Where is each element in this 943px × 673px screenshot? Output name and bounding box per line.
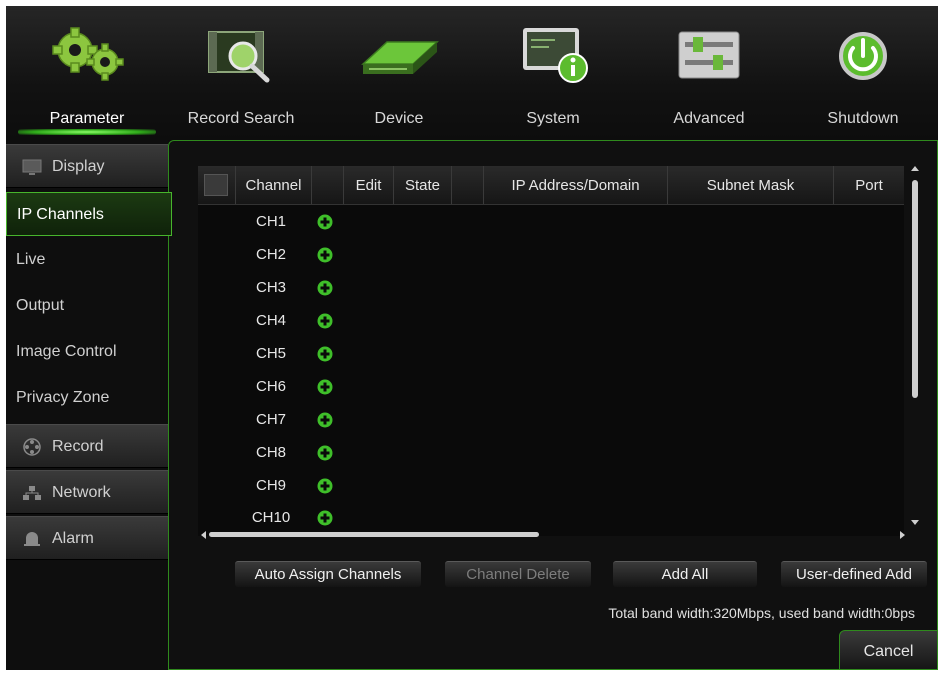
column-header-ip-address: IP Address/Domain (484, 166, 668, 204)
add-channel-icon[interactable] (317, 280, 333, 296)
scroll-right-arrow-icon[interactable] (900, 531, 905, 539)
scroll-down-arrow-icon[interactable] (911, 520, 919, 525)
auto-assign-channels-button[interactable]: Auto Assign Channels (235, 561, 421, 587)
add-channel-icon[interactable] (317, 510, 333, 526)
sidebar-section-alarm[interactable]: Alarm (6, 516, 168, 560)
column-header-spacer (452, 166, 484, 204)
alarm-bell-icon (24, 532, 40, 546)
power-icon (839, 32, 887, 80)
vertical-scrollbar[interactable] (909, 166, 921, 536)
scroll-left-arrow-icon[interactable] (201, 531, 206, 539)
channel-name: CH5 (255, 345, 286, 362)
tab-shutdown[interactable]: Shutdown (788, 6, 938, 140)
tab-label: Record Search (187, 110, 295, 127)
tab-system[interactable]: System (478, 6, 628, 140)
top-toolbar: Parameter Record Search Device System Ad… (6, 6, 938, 140)
table-row: CH5 (198, 338, 904, 370)
sidebar-item-image-control[interactable]: Image Control (6, 330, 168, 374)
select-all-header (198, 166, 236, 204)
add-channel-icon[interactable] (317, 445, 333, 461)
column-header-port: Port (855, 177, 883, 194)
select-all-checkbox[interactable] (204, 174, 228, 196)
horizontal-scroll-thumb[interactable] (209, 532, 539, 537)
sidebar-item-privacy-zone[interactable]: Privacy Zone (6, 376, 168, 420)
tab-advanced[interactable]: Advanced (634, 6, 784, 140)
sidebar-section-display[interactable]: Display (6, 144, 168, 188)
tab-label: System (526, 110, 580, 127)
table-row: CH9 (198, 470, 904, 502)
tab-label: Shutdown (827, 110, 899, 127)
channel-delete-button[interactable]: Channel Delete (445, 561, 591, 587)
monitor-icon (22, 159, 42, 175)
gears-icon (52, 27, 124, 81)
table-row: CH2 (198, 239, 904, 271)
add-channel-icon[interactable] (317, 379, 333, 395)
horizontal-scrollbar[interactable] (201, 530, 907, 540)
sidebar-item-label: Image Control (16, 343, 117, 360)
settings-sidebar: Display IP Channels Live Output Image Co… (6, 140, 172, 670)
add-channel-icon[interactable] (317, 313, 333, 329)
table-row: CH1 (198, 206, 904, 238)
sidebar-item-label: Display (52, 158, 105, 175)
tab-label: Advanced (673, 110, 745, 127)
column-header-spacer (312, 166, 344, 204)
channel-name: CH6 (255, 378, 286, 395)
monitor-info-icon (523, 28, 588, 83)
sidebar-item-label: Alarm (52, 530, 94, 547)
add-channel-icon[interactable] (317, 247, 333, 263)
table-row: CH4 (198, 305, 904, 337)
scroll-up-arrow-icon[interactable] (911, 166, 919, 171)
tab-record-search[interactable]: Record Search (166, 6, 316, 140)
table-row: CH8 (198, 437, 904, 469)
sidebar-item-label: Output (16, 297, 65, 314)
table-row: CH6 (198, 371, 904, 403)
table-header: Channel Edit State IP Address/Domain Sub… (198, 166, 904, 205)
sidebar-item-live[interactable]: Live (6, 238, 168, 282)
add-channel-icon[interactable] (317, 346, 333, 362)
column-header-subnet-mask: Subnet Mask (668, 166, 834, 204)
channel-name: CH1 (255, 213, 286, 230)
table-row: CH7 (198, 404, 904, 436)
sidebar-item-label: Privacy Zone (16, 389, 110, 406)
channel-name: CH3 (255, 279, 286, 296)
column-header-state: State (394, 166, 452, 204)
channel-name: CH9 (255, 477, 286, 494)
film-search-icon (208, 31, 270, 83)
tab-label: Device (374, 110, 424, 127)
sidebar-item-label: Network (52, 484, 111, 501)
add-channel-icon[interactable] (317, 214, 333, 230)
sidebar-section-record[interactable]: Record (6, 424, 168, 468)
sidebar-item-label: IP Channels (17, 206, 104, 223)
table-row: CH3 (198, 272, 904, 304)
film-reel-icon (23, 438, 41, 456)
tab-parameter[interactable]: Parameter (12, 6, 162, 140)
tab-label: Parameter (49, 110, 125, 127)
channel-name: CH8 (255, 444, 286, 461)
user-defined-add-button[interactable]: User-defined Add (781, 561, 927, 587)
add-channel-icon[interactable] (317, 412, 333, 428)
channel-name: CH7 (255, 411, 286, 428)
ip-channel-table: Channel Edit State IP Address/Domain Sub… (198, 166, 904, 536)
sidebar-item-output[interactable]: Output (6, 284, 168, 328)
vertical-scroll-thumb[interactable] (912, 180, 918, 398)
add-channel-icon[interactable] (317, 478, 333, 494)
channel-name: CH2 (255, 246, 286, 263)
column-header-channel: Channel (236, 166, 312, 204)
sidebar-item-label: Live (16, 251, 46, 268)
dvr-settings-window: Parameter Record Search Device System Ad… (6, 6, 938, 670)
add-all-button[interactable]: Add All (613, 561, 757, 587)
bandwidth-status: Total band width:320Mbps, used band widt… (608, 605, 915, 621)
network-icon (23, 486, 41, 500)
cancel-button[interactable]: Cancel (839, 630, 938, 670)
sidebar-item-ip-channels[interactable]: IP Channels (6, 192, 172, 236)
channel-name: CH4 (255, 312, 286, 329)
hard-drive-icon (361, 41, 439, 74)
tab-device[interactable]: Device (324, 6, 474, 140)
ip-channels-panel: Channel Edit State IP Address/Domain Sub… (168, 140, 938, 670)
sidebar-section-network[interactable]: Network (6, 470, 168, 514)
sliders-icon (678, 31, 740, 79)
column-header-edit: Edit (344, 166, 394, 204)
sidebar-item-label: Record (52, 438, 104, 455)
